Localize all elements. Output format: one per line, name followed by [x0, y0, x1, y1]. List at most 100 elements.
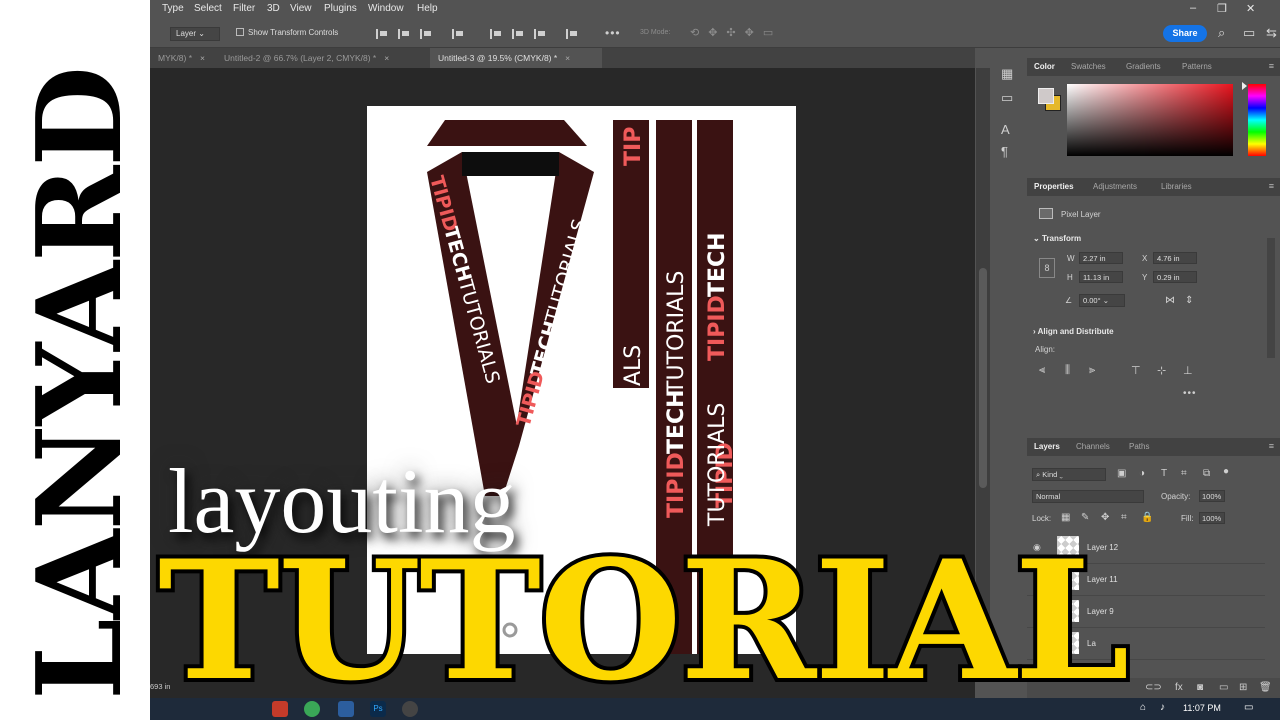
tab-layers[interactable]: Layers [1034, 442, 1060, 451]
color-picker-field[interactable] [1067, 84, 1233, 156]
transform-section-header[interactable]: ⌄ Transform [1033, 234, 1081, 243]
link-layers-icon[interactable]: ⊂⊃ [1145, 682, 1162, 693]
tab-channels[interactable]: Channels [1076, 442, 1110, 451]
flip-vertical-icon[interactable]: ⇕ [1185, 295, 1193, 306]
tab-libraries[interactable]: Libraries [1161, 182, 1192, 191]
tab-patterns[interactable]: Patterns [1182, 62, 1212, 71]
opacity-label: Opacity: [1161, 492, 1191, 501]
tab-gradients[interactable]: Gradients [1126, 62, 1161, 71]
menu-help[interactable]: Help [417, 3, 438, 14]
close-icon[interactable]: ✕ [1246, 2, 1255, 15]
notifications-icon[interactable]: ▭ [1244, 702, 1253, 713]
show-transform-checkbox[interactable] [236, 28, 244, 36]
tab-untitled-1[interactable]: MYK/8) * × [150, 48, 215, 68]
properties-panel-tabs: Properties Adjustments Libraries ≡ [1027, 178, 1280, 196]
more-align-icon[interactable]: ••• [1183, 388, 1197, 399]
tab-untitled-3[interactable]: Untitled-3 @ 19.5% (CMYK/8) * × [430, 48, 602, 68]
link-proportions-icon[interactable]: 8 [1039, 258, 1055, 278]
distribute-icon[interactable] [452, 29, 463, 39]
tab-swatches[interactable]: Swatches [1071, 62, 1106, 71]
menu-select[interactable]: Select [194, 3, 222, 14]
align-top-icon[interactable] [490, 29, 501, 39]
lock-artboard-icon[interactable]: ⌗ [1121, 512, 1127, 523]
network-icon[interactable]: ⌂ [1140, 702, 1146, 713]
menu-filter[interactable]: Filter [233, 3, 255, 14]
align-right-icon[interactable] [420, 29, 431, 39]
filter-type-icon[interactable]: T [1161, 468, 1167, 479]
volume-icon[interactable]: ♪ [1160, 702, 1165, 713]
menu-view[interactable]: View [290, 3, 312, 14]
align-middle-icon[interactable] [512, 29, 523, 39]
foreground-color-swatch[interactable] [1038, 88, 1054, 104]
tab-untitled-2[interactable]: Untitled-2 @ 66.7% (Layer 2, CMYK/8) * × [216, 48, 426, 68]
new-layer-icon[interactable]: ⊞ [1239, 682, 1247, 693]
close-tab-icon[interactable]: × [200, 53, 205, 63]
minimize-icon[interactable]: – [1190, 2, 1196, 14]
tab-adjustments[interactable]: Adjustments [1093, 182, 1137, 191]
lock-transparent-icon[interactable]: ▦ [1061, 512, 1070, 523]
fill-field[interactable]: 100% [1199, 512, 1225, 524]
align-bottom-edges-icon[interactable]: ⊥ [1183, 364, 1193, 377]
height-field[interactable]: 11.13 in [1079, 271, 1123, 283]
menu-window[interactable]: Window [368, 3, 404, 14]
tab-color[interactable]: Color [1034, 62, 1055, 71]
menu-type[interactable]: Type [162, 3, 184, 14]
scrollbar-thumb[interactable] [979, 268, 987, 488]
workspace-icon[interactable]: ▭ [1243, 25, 1255, 41]
more-options-icon[interactable]: ••• [605, 26, 621, 40]
paragraph-icon[interactable]: ¶ [1001, 144, 1008, 159]
panel-menu-icon[interactable]: ≡ [1269, 441, 1274, 451]
lock-image-icon[interactable]: ✎ [1081, 512, 1089, 523]
character-icon[interactable]: A [1001, 122, 1010, 137]
flip-horizontal-icon[interactable]: ⋈ [1165, 295, 1175, 306]
strip1-tech: TECH [664, 389, 689, 454]
filter-adjustment-icon[interactable]: ◑ [1139, 468, 1145, 479]
new-group-icon[interactable]: ▭ [1219, 682, 1228, 693]
tab-paths[interactable]: Paths [1129, 442, 1149, 451]
tab-properties[interactable]: Properties [1034, 182, 1074, 191]
arrange-icon[interactable]: ⇆ [1266, 25, 1277, 41]
filter-toggle-icon[interactable]: ● [1223, 466, 1229, 477]
tab-label: MYK/8) * [158, 53, 193, 63]
align-vertical-centers-icon[interactable]: ⊹ [1157, 364, 1166, 377]
angle-field[interactable]: 0.00° ⌄ [1079, 294, 1125, 307]
filter-pixel-icon[interactable]: ▣ [1117, 468, 1126, 479]
distribute-vertical-icon[interactable] [566, 29, 577, 39]
properties-scrollbar[interactable] [1267, 238, 1275, 358]
hue-slider[interactable] [1248, 84, 1266, 156]
align-right-edges-icon[interactable]: ⫸ [1089, 364, 1095, 377]
layer-style-icon[interactable]: fx [1175, 682, 1183, 693]
close-tab-icon[interactable]: × [384, 53, 389, 63]
align-left-edges-icon[interactable]: ⫷ [1039, 364, 1045, 377]
x-field[interactable]: 4.76 in [1153, 252, 1197, 264]
align-top-edges-icon[interactable]: ⊤ [1131, 364, 1141, 377]
width-field[interactable]: 2.27 in [1079, 252, 1123, 264]
auto-select-dropdown[interactable]: Layer ⌄ [170, 27, 220, 41]
restore-icon[interactable]: ❐ [1217, 2, 1227, 15]
comments-icon[interactable]: ▭ [1001, 90, 1013, 106]
menu-plugins[interactable]: Plugins [324, 3, 357, 14]
delete-layer-icon[interactable]: 🗑 [1259, 682, 1272, 693]
lock-all-icon[interactable]: 🔒 [1141, 512, 1153, 523]
filter-shape-icon[interactable]: ⌗ [1181, 468, 1187, 479]
filter-kind-dropdown[interactable]: ⌕ Kind ⌄ [1032, 468, 1106, 481]
search-icon[interactable]: ⌕ [1218, 25, 1225, 41]
align-horizontal-centers-icon[interactable]: ⫼ [1065, 364, 1070, 377]
lock-position-icon[interactable]: ✥ [1101, 512, 1109, 523]
y-field[interactable]: 0.29 in [1153, 271, 1197, 283]
align-bottom-icon[interactable] [534, 29, 545, 39]
align-section-header[interactable]: › Align and Distribute [1033, 327, 1114, 336]
menu-3d[interactable]: 3D [267, 3, 280, 14]
align-label: Align: [1035, 345, 1056, 354]
opacity-field[interactable]: 100% [1199, 490, 1225, 502]
close-tab-icon[interactable]: × [565, 53, 570, 63]
add-mask-icon[interactable]: ◙ [1197, 682, 1203, 693]
share-button[interactable]: Share [1163, 25, 1207, 42]
blend-mode-dropdown[interactable]: Normal [1032, 490, 1144, 503]
panel-menu-icon[interactable]: ≡ [1269, 61, 1274, 71]
filter-smart-object-icon[interactable]: ⧉ [1203, 468, 1210, 479]
align-center-icon[interactable] [398, 29, 409, 39]
history-icon[interactable]: ▦ [1001, 66, 1013, 82]
panel-menu-icon[interactable]: ≡ [1269, 181, 1274, 191]
align-left-icon[interactable] [376, 29, 387, 39]
